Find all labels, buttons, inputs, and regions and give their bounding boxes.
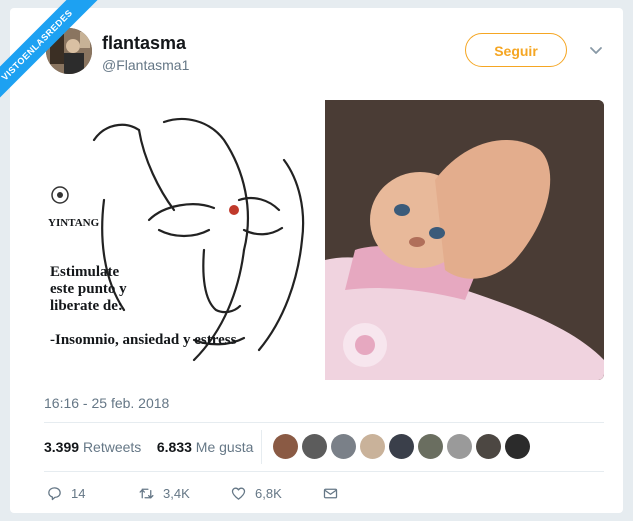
display-name[interactable]: flantasma xyxy=(102,33,186,54)
media-image-left[interactable]: YINTANG Estimulate este punto y liberate… xyxy=(44,100,323,380)
reply-count: 14 xyxy=(71,486,86,501)
reply-button[interactable]: 14 xyxy=(46,485,138,502)
like-count: 6,8K xyxy=(255,486,282,501)
tweet-timestamp[interactable]: 16:16 - 25 feb. 2018 xyxy=(44,395,169,411)
yintang-text: Estimulate este punto y liberate de: -In… xyxy=(50,264,237,348)
retweet-icon xyxy=(139,488,154,499)
message-icon xyxy=(323,488,338,499)
liker-avatar[interactable] xyxy=(476,434,501,459)
likes-stat[interactable]: 6.833 Me gusta xyxy=(157,439,254,455)
liker-avatar[interactable] xyxy=(331,434,356,459)
retweets-label: Retweets xyxy=(82,439,142,455)
message-button[interactable] xyxy=(322,485,339,502)
divider xyxy=(44,471,604,472)
yintang-label: YINTANG xyxy=(48,217,100,229)
follow-button[interactable]: Seguir xyxy=(465,33,567,67)
liker-avatar[interactable] xyxy=(505,434,530,459)
retweet-button[interactable]: 3,4K xyxy=(138,485,230,502)
tweet-media[interactable]: YINTANG Estimulate este punto y liberate… xyxy=(44,100,604,380)
stats-separator xyxy=(261,430,262,464)
chevron-down-icon[interactable] xyxy=(588,42,604,58)
liker-avatar[interactable] xyxy=(360,434,385,459)
like-button[interactable]: 6,8K xyxy=(230,485,322,502)
engagement-stats: 3.399 Retweets 6.833 Me gusta xyxy=(44,439,253,455)
retweets-count: 3.399 xyxy=(44,439,80,455)
liker-avatar[interactable] xyxy=(302,434,327,459)
doll-photo xyxy=(325,100,604,380)
user-handle[interactable]: @Flantasma1 xyxy=(102,57,189,73)
liker-avatar[interactable] xyxy=(447,434,472,459)
tweet-actions: 14 3,4K 6,8K xyxy=(46,485,339,502)
likers-avatars xyxy=(273,434,530,459)
reply-icon xyxy=(48,487,61,501)
like-icon xyxy=(231,487,246,500)
retweets-stat[interactable]: 3.399 Retweets xyxy=(44,439,145,455)
likes-label: Me gusta xyxy=(195,439,254,455)
divider xyxy=(44,422,604,423)
liker-avatar[interactable] xyxy=(273,434,298,459)
liker-avatar[interactable] xyxy=(389,434,414,459)
tweet-card: flantasma @Flantasma1 Seguir YINTANG Est… xyxy=(10,8,623,513)
media-image-right[interactable] xyxy=(325,100,604,380)
liker-avatar[interactable] xyxy=(418,434,443,459)
retweet-count: 3,4K xyxy=(163,486,190,501)
likes-count: 6.833 xyxy=(156,439,192,455)
